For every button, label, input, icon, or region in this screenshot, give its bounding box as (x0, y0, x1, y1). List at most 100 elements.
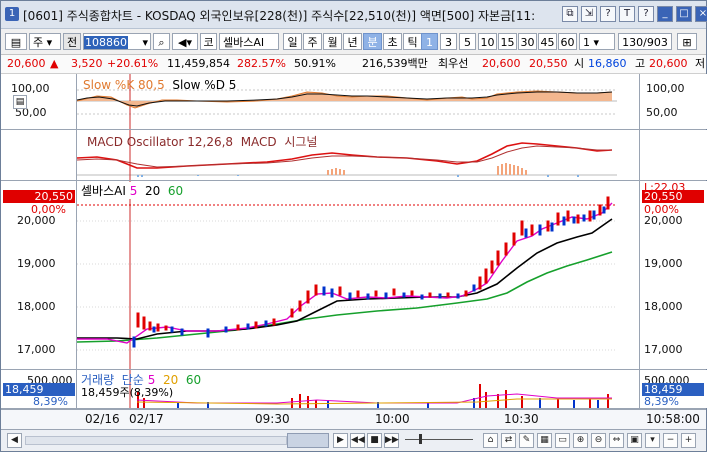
zoom-slider-track[interactable] (405, 439, 473, 440)
restore-icon[interactable]: ⧉ (562, 6, 578, 22)
market-label: 코 (200, 33, 217, 50)
interval-1[interactable]: 1 (421, 33, 438, 50)
best-label: 최우선 (438, 57, 469, 70)
volume: 11,459,854 (167, 57, 230, 70)
scroll-down-icon[interactable]: ▾ (645, 433, 660, 448)
text-icon[interactable]: T (619, 6, 635, 22)
change-pct: +20.61% (107, 57, 159, 70)
code-input[interactable]: 108860 ▾ (83, 33, 151, 50)
period-second[interactable]: 초 (383, 33, 402, 50)
volume-legend-ma60: 60 (185, 373, 202, 387)
search-icon[interactable]: ⌕ (153, 33, 170, 50)
tool-icon-4[interactable]: ▦ (537, 433, 552, 448)
fast-forward-icon[interactable]: ▶▶ (384, 433, 399, 448)
close-icon[interactable]: × (695, 6, 707, 22)
volume-right-axis: 500,000 18,459 8,39% (639, 370, 707, 408)
scroll-right-icon[interactable]: ▶ (333, 433, 348, 448)
toolbar: ▤ 주 ▾ 전 108860 ▾ ⌕ ◀▾ 코 셀바스AI 일 주 월 년 분 초… (1, 30, 706, 55)
stoch-legend: Slow %K 80,5 Slow %D 5 (83, 78, 236, 92)
zoom-out-icon[interactable]: − (663, 433, 678, 448)
period-month[interactable]: 월 (323, 33, 342, 50)
interval-45[interactable]: 45 (538, 33, 557, 50)
price-axis-20000: 20,000 (17, 214, 56, 227)
stoch-right-axis: 100,00 50,00 (639, 74, 707, 129)
stoch-raxis-50: 50,00 (646, 106, 678, 119)
tool-icon-9[interactable]: ▣ (627, 433, 642, 448)
price-left-axis: 20,550 0,00% 20,000 19,000 18,000 17,000 (1, 181, 77, 369)
interval-15[interactable]: 15 (498, 33, 517, 50)
tool-icon-2[interactable]: ⇄ (501, 433, 516, 448)
interval-select[interactable]: 1 ▾ (579, 33, 615, 50)
maximize-icon[interactable]: □ (676, 6, 692, 22)
title-controls: ⧉ ⇲ ? T ? _ □ × (562, 6, 707, 22)
macd-plot: MACD Oscillator 12,26,8 MACD 시그널 (76, 130, 638, 180)
price-legend: 셀바스AI 5 20 60 (81, 182, 184, 199)
tool-icon-3[interactable]: ✎ (519, 433, 534, 448)
speaker-icon[interactable]: ◀▾ (172, 33, 198, 50)
clock-label: 10:58:00 (646, 412, 700, 426)
zoom-in-icon[interactable]: + (681, 433, 696, 448)
scroll-left-icon[interactable]: ◀ (7, 433, 22, 448)
period-select[interactable]: 주 ▾ (29, 33, 61, 50)
period-day[interactable]: 일 (283, 33, 302, 50)
macd-right-axis (639, 130, 707, 180)
period-tick[interactable]: 틱 (403, 33, 422, 50)
minimize-icon[interactable]: _ (657, 6, 673, 22)
open-label: 시 (574, 57, 585, 70)
stoch-panel: 100,00 50,00 ▤ Slow %K 80,5 Slow %D 5 10… (1, 74, 707, 130)
tool-icon-1[interactable]: ⌂ (483, 433, 498, 448)
period-minute[interactable]: 분 (363, 33, 382, 50)
price-legend-ma20: 20 (144, 184, 161, 198)
interval-30[interactable]: 30 (518, 33, 537, 50)
right-price-tag: 20,550 (642, 190, 704, 203)
time-label-1000: 10:00 (375, 412, 410, 426)
vol-ratio: 282.57% (237, 57, 286, 70)
period-year[interactable]: 년 (343, 33, 362, 50)
high-label: 고 (635, 57, 646, 70)
price: 20,600 (7, 57, 46, 70)
vol-right-pct: 8,39% (644, 395, 679, 408)
up-arrow-icon: ▲ (50, 57, 59, 70)
price-axis-19000: 19,000 (17, 257, 56, 270)
macd-line-legend: MACD (240, 135, 277, 149)
change: 3,520 (71, 57, 103, 70)
interval-10[interactable]: 10 (478, 33, 497, 50)
panel-menu-icon[interactable]: ▤ (13, 95, 27, 109)
window-badge[interactable]: 1 (5, 7, 19, 21)
scroll-track[interactable] (25, 436, 287, 445)
layout-icon[interactable]: ▤ (5, 33, 27, 50)
amount: 216,539백만 (362, 57, 428, 70)
zoom-slider-handle[interactable] (419, 434, 422, 444)
help-icon[interactable]: ? (600, 6, 616, 22)
scroll-thumb[interactable] (287, 433, 329, 448)
tool-icon-5[interactable]: ▭ (555, 433, 570, 448)
grid-icon[interactable]: ⊞ (677, 33, 697, 50)
settings-icon[interactable]: ? (638, 6, 654, 22)
dropdown-icon[interactable]: ▾ (142, 34, 150, 51)
count-input[interactable]: 130/903 (618, 33, 672, 50)
tool-icon-7[interactable]: ⊖ (591, 433, 606, 448)
interval-3[interactable]: 3 (440, 33, 457, 50)
bid: 20,550 (529, 57, 568, 70)
stop-icon[interactable]: ■ (367, 433, 382, 448)
tool-icon-6[interactable]: ⊕ (573, 433, 588, 448)
quote-bar: 20,600 ▲ 3,520 +20.61% 11,459,854 282.57… (1, 55, 706, 74)
interval-60[interactable]: 60 (558, 33, 577, 50)
rewind-icon[interactable]: ◀◀ (350, 433, 365, 448)
link-icon[interactable]: ⇲ (581, 6, 597, 22)
window-title: [0601] 주식종합차트 - KOSDAQ 외국인보유[228(천)] 주식수… (23, 9, 536, 23)
macd-histogram (327, 163, 527, 175)
prev-button[interactable]: 전 (63, 33, 81, 50)
interval-5[interactable]: 5 (459, 33, 476, 50)
tool-icon-8[interactable]: ⇔ (609, 433, 624, 448)
price-axis-17000: 17,000 (17, 343, 56, 356)
stoch-k-legend: Slow %K 80,5 (83, 78, 165, 92)
period-week[interactable]: 주 (303, 33, 322, 50)
price-legend-ma5: 5 (129, 184, 138, 198)
signal-legend: 시그널 (284, 135, 318, 149)
time-axis: 02/16 02/17 09:30 10:00 10:30 10:58:00 (1, 409, 706, 429)
macd-osc-legend: MACD Oscillator 12,26,8 (87, 135, 234, 149)
volume-plot: 거래량 단순 5 20 60 18,459주(8,39%) (77, 370, 638, 408)
volume-value-line: 18,459주(8,39%) (81, 386, 174, 399)
stock-name[interactable]: 셀바스AI (219, 33, 279, 50)
